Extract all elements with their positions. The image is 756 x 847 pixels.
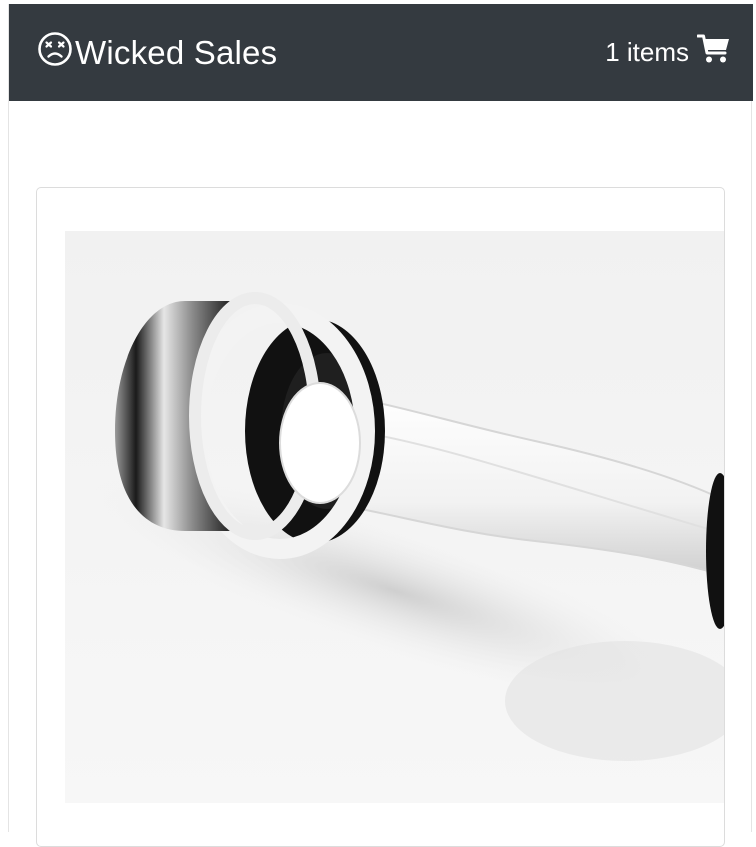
product-photo bbox=[65, 231, 724, 803]
brand-name: Wicked Sales bbox=[75, 33, 278, 71]
navbar: Wicked Sales 1 items bbox=[9, 4, 753, 101]
cart-button[interactable]: 1 items bbox=[605, 34, 731, 71]
dizzy-face-icon bbox=[37, 31, 75, 75]
product-card[interactable] bbox=[36, 187, 725, 847]
cart-count: 1 items bbox=[605, 37, 689, 67]
page-frame: Wicked Sales 1 items bbox=[8, 4, 753, 847]
shopping-cart-icon bbox=[696, 34, 731, 71]
brand[interactable]: Wicked Sales bbox=[37, 31, 277, 75]
product-image[interactable] bbox=[65, 231, 724, 803]
